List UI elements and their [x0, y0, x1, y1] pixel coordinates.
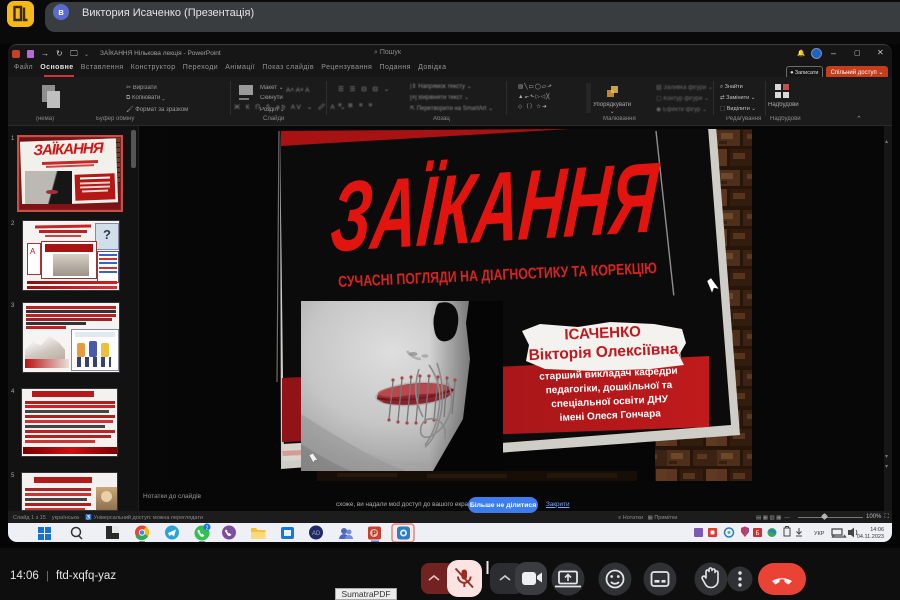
svg-text:14:06: 14:06 — [870, 527, 884, 533]
svg-text:ІСАЧЕНКО: ІСАЧЕНКО — [564, 323, 642, 343]
svg-text:2: 2 — [206, 526, 209, 532]
svg-text:Б: Б — [756, 531, 760, 537]
svg-text:ЗАЇКАННЯ: ЗАЇКАННЯ — [327, 142, 663, 273]
svg-text:P: P — [372, 531, 377, 538]
svg-text:AD: AD — [312, 531, 321, 537]
svg-text:УКР: УКР — [814, 531, 825, 537]
svg-text:04.11.2023: 04.11.2023 — [857, 534, 884, 540]
